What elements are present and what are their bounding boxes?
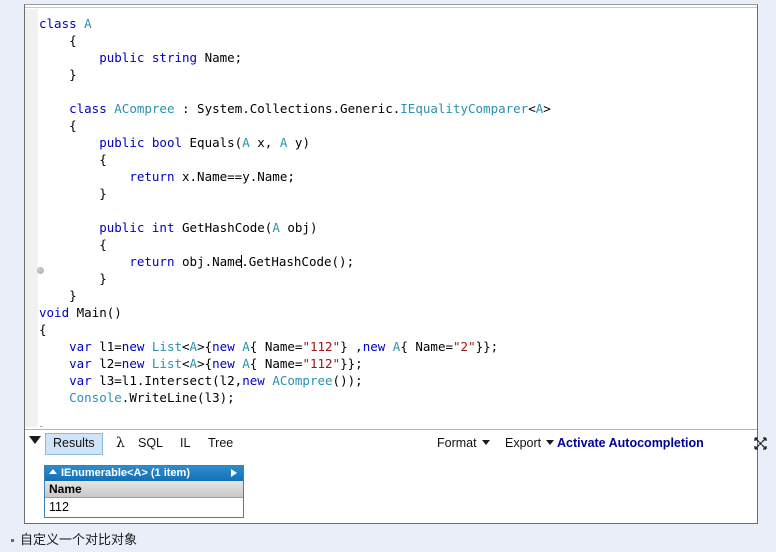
result-grid[interactable]: IEnumerable<A> (1 item) Name 112 [44, 465, 244, 518]
expand-all-icon[interactable] [752, 435, 769, 452]
triangle-down-icon[interactable] [29, 436, 41, 444]
triangle-up-icon[interactable] [49, 469, 57, 474]
code-line: { [39, 33, 77, 48]
editor-margin-marker-icon [37, 267, 44, 274]
pane-top-divider [25, 7, 757, 8]
tab-il[interactable]: IL [173, 433, 197, 453]
status-text: 自定义一个对比对象 [20, 533, 138, 548]
code-line: { [39, 152, 107, 167]
code-line: } [39, 288, 77, 303]
code-line: { [39, 118, 77, 133]
query-pane: class A { public string Name; } class AC… [24, 4, 776, 524]
tab-lambda[interactable]: λ [109, 433, 132, 453]
status-line: 自定义一个对比对象 [0, 530, 776, 552]
code-line: public string Name; [99, 50, 243, 65]
chevron-down-icon [481, 440, 490, 445]
code-line: } [39, 423, 757, 427]
code-line: return obj.Name.GetHashCode(); [129, 254, 355, 269]
export-menu-button[interactable]: Export [505, 434, 555, 452]
format-label: Format [437, 436, 477, 450]
code-line: var l1=new List<A>{new A{ Name="112"} ,n… [69, 339, 499, 354]
code-line: void Main() [39, 305, 122, 320]
code-line: return x.Name==y.Name; [129, 169, 295, 184]
bullet-icon [11, 539, 14, 542]
result-grid-column-header[interactable]: Name [45, 481, 243, 498]
code-line: { [39, 237, 107, 252]
code-editor[interactable]: class A { public string Name; } class AC… [25, 9, 757, 427]
activate-autocompletion-link[interactable]: Activate Autocompletion [557, 434, 704, 452]
results-toolbar: Results λ SQL IL Tree Format Export Acti… [25, 429, 776, 457]
tab-results[interactable]: Results [45, 433, 103, 455]
code-line: public int GetHashCode(A obj) [99, 220, 318, 235]
code-line: } [39, 271, 107, 286]
code-line: var l2=new List<A>{new A{ Name="112"}}; [69, 356, 363, 371]
app-background: class A { public string Name; } class AC… [0, 0, 776, 552]
code-text[interactable]: class A { public string Name; } class AC… [39, 9, 757, 427]
result-grid-title[interactable]: IEnumerable<A> (1 item) [45, 466, 243, 481]
export-label: Export [505, 436, 542, 450]
results-panel: IEnumerable<A> (1 item) Name 112 [25, 456, 757, 523]
chevron-down-icon [546, 440, 555, 445]
tab-sql[interactable]: SQL [131, 433, 170, 453]
code-line: class ACompree : System.Collections.Gene… [69, 101, 551, 116]
code-line: class A [39, 16, 92, 31]
code-line: Console.WriteLine(l3); [69, 390, 235, 405]
editor-gutter[interactable] [25, 9, 39, 427]
code-line: } [39, 186, 107, 201]
code-line: } [39, 67, 77, 82]
table-row[interactable]: 112 [45, 498, 243, 517]
triangle-right-icon[interactable] [231, 469, 237, 477]
code-line: { [39, 322, 47, 337]
code-line: public bool Equals(A x, A y) [99, 135, 310, 150]
code-line: var l3=l1.Intersect(l2,new ACompree()); [69, 373, 363, 388]
result-grid-title-text: IEnumerable<A> (1 item) [61, 467, 190, 479]
format-menu-button[interactable]: Format [437, 434, 490, 452]
tab-tree[interactable]: Tree [201, 433, 240, 453]
